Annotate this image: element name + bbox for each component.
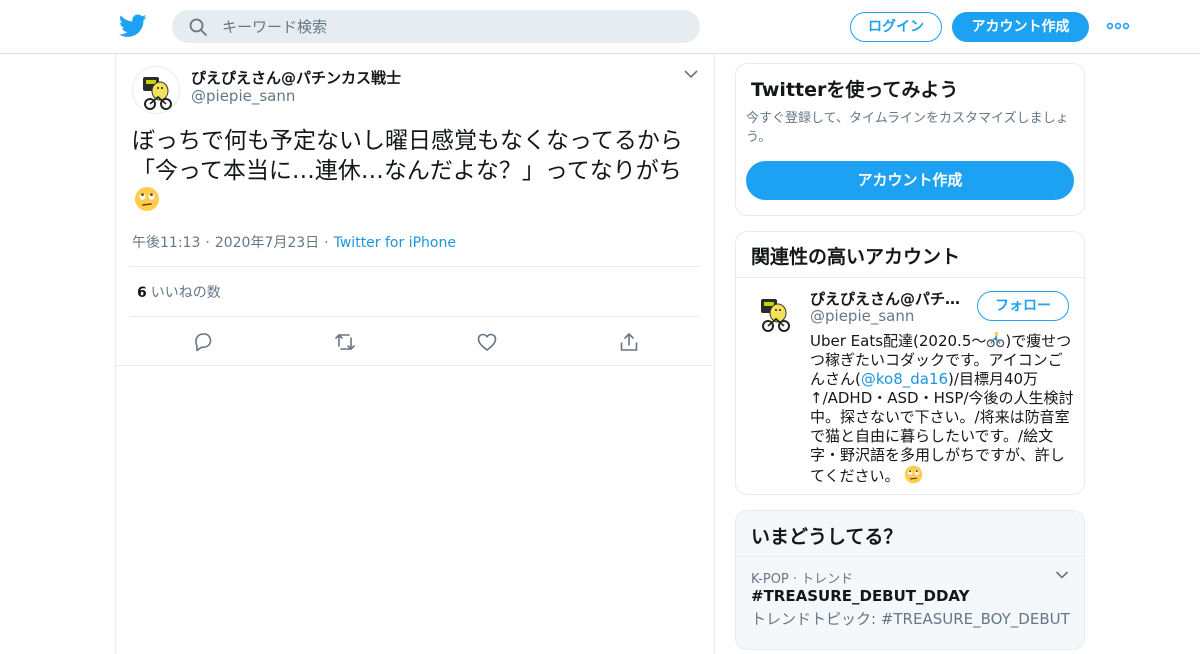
divider: [130, 266, 700, 267]
signup-card: Twitterを使ってみよう 今すぐ登録して、タイムラインをカスタマイズしましょ…: [735, 63, 1085, 216]
retweet-icon[interactable]: [334, 331, 356, 353]
like-count-stat[interactable]: 6 いいねの数: [137, 282, 221, 302]
rolling-eyes-emoji-icon: [905, 465, 923, 484]
related-account-avatar[interactable]: [751, 289, 799, 337]
divider: [736, 277, 1084, 278]
divider: [116, 365, 714, 366]
author-handle[interactable]: @piepie_sann: [191, 87, 295, 105]
login-button[interactable]: ログイン: [850, 12, 942, 42]
separator-dot: ·: [205, 235, 210, 251]
rolling-eyes-emoji-icon: [135, 187, 159, 211]
trend-hashtag[interactable]: #TREASURE_DEBUT_DDAY: [751, 587, 969, 605]
signup-card-button[interactable]: アカウント作成: [746, 161, 1074, 200]
top-navigation-bar: ログイン アカウント作成: [0, 0, 1200, 54]
kodak-avatar-icon: [761, 299, 790, 332]
divider: [130, 316, 700, 317]
follow-button[interactable]: フォロー: [977, 291, 1069, 321]
trend-topic[interactable]: トレンドトピック: #TREASURE_BOY_DEBUT: [751, 608, 1070, 629]
signup-card-title: Twitterを使ってみよう: [751, 79, 959, 101]
reply-icon[interactable]: [192, 331, 214, 353]
like-count-label: いいねの数: [150, 285, 221, 301]
more-options-icon[interactable]: [1106, 20, 1130, 32]
tweet-source-link[interactable]: Twitter for iPhone: [334, 235, 456, 251]
tweet-text: ぼっちで何も予定ないし曜日感覚もなくなってるから「今って本当に…連休…なんだよな…: [132, 126, 702, 216]
twitter-bird-logo-icon[interactable]: [119, 13, 147, 39]
cyclist-emoji-icon: [987, 331, 1005, 348]
search-icon: [189, 18, 207, 36]
tweet-metadata: 午後11:13 · 2020年7月23日 · Twitter for iPhone: [132, 232, 456, 252]
trends-card: いまどうしてる？ K-POP · トレンド #TREASURE_DEBUT_DD…: [735, 510, 1085, 650]
bio-text-part: Uber Eats配達(2020.5〜: [810, 332, 987, 350]
tweet-body: ぼっちで何も予定ないし曜日感覚もなくなってるから「今って本当に…連休…なんだよな…: [132, 128, 683, 184]
chevron-down-icon[interactable]: [1055, 570, 1069, 580]
trend-category: K-POP · トレンド: [751, 572, 854, 587]
related-account-name[interactable]: ぴえぴえさん@パチンカス戦士: [810, 288, 968, 309]
share-icon[interactable]: [618, 331, 640, 353]
chevron-down-icon[interactable]: [683, 68, 699, 80]
tweet-detail: ぴえぴえさん@パチンカス戦士 @piepie_sann ぼっちで何も予定ないし曜…: [115, 54, 715, 654]
search-input[interactable]: [222, 10, 682, 43]
like-count-number: 6: [137, 285, 147, 301]
separator-dot: ·: [324, 235, 329, 251]
bio-mention-link[interactable]: @ko8_da16: [861, 370, 948, 388]
signup-card-description: 今すぐ登録して、タイムラインをカスタマイズしましょう。: [746, 111, 1069, 145]
author-name[interactable]: ぴえぴえさん@パチンカス戦士: [191, 67, 401, 88]
like-icon[interactable]: [476, 331, 498, 353]
author-avatar[interactable]: [132, 66, 180, 114]
kodak-avatar-icon: [143, 77, 172, 110]
tweet-date[interactable]: 2020年7月23日: [215, 235, 319, 251]
related-account-bio: Uber Eats配達(2020.5〜 )で痩せつつ稼ぎたいコダックです。アイコ…: [810, 330, 1075, 486]
search-bar[interactable]: [172, 10, 700, 43]
related-card-title: 関連性の高いアカウント: [751, 246, 961, 268]
trends-card-title: いまどうしてる？: [751, 526, 903, 548]
divider: [736, 556, 1084, 557]
related-accounts-card: 関連性の高いアカウント ぴえぴえさん@パチンカス戦士 @piepie_sann …: [735, 231, 1085, 495]
signup-button[interactable]: アカウント作成: [952, 12, 1089, 42]
tweet-time[interactable]: 午後11:13: [132, 235, 200, 251]
related-account-handle[interactable]: @piepie_sann: [810, 307, 914, 325]
